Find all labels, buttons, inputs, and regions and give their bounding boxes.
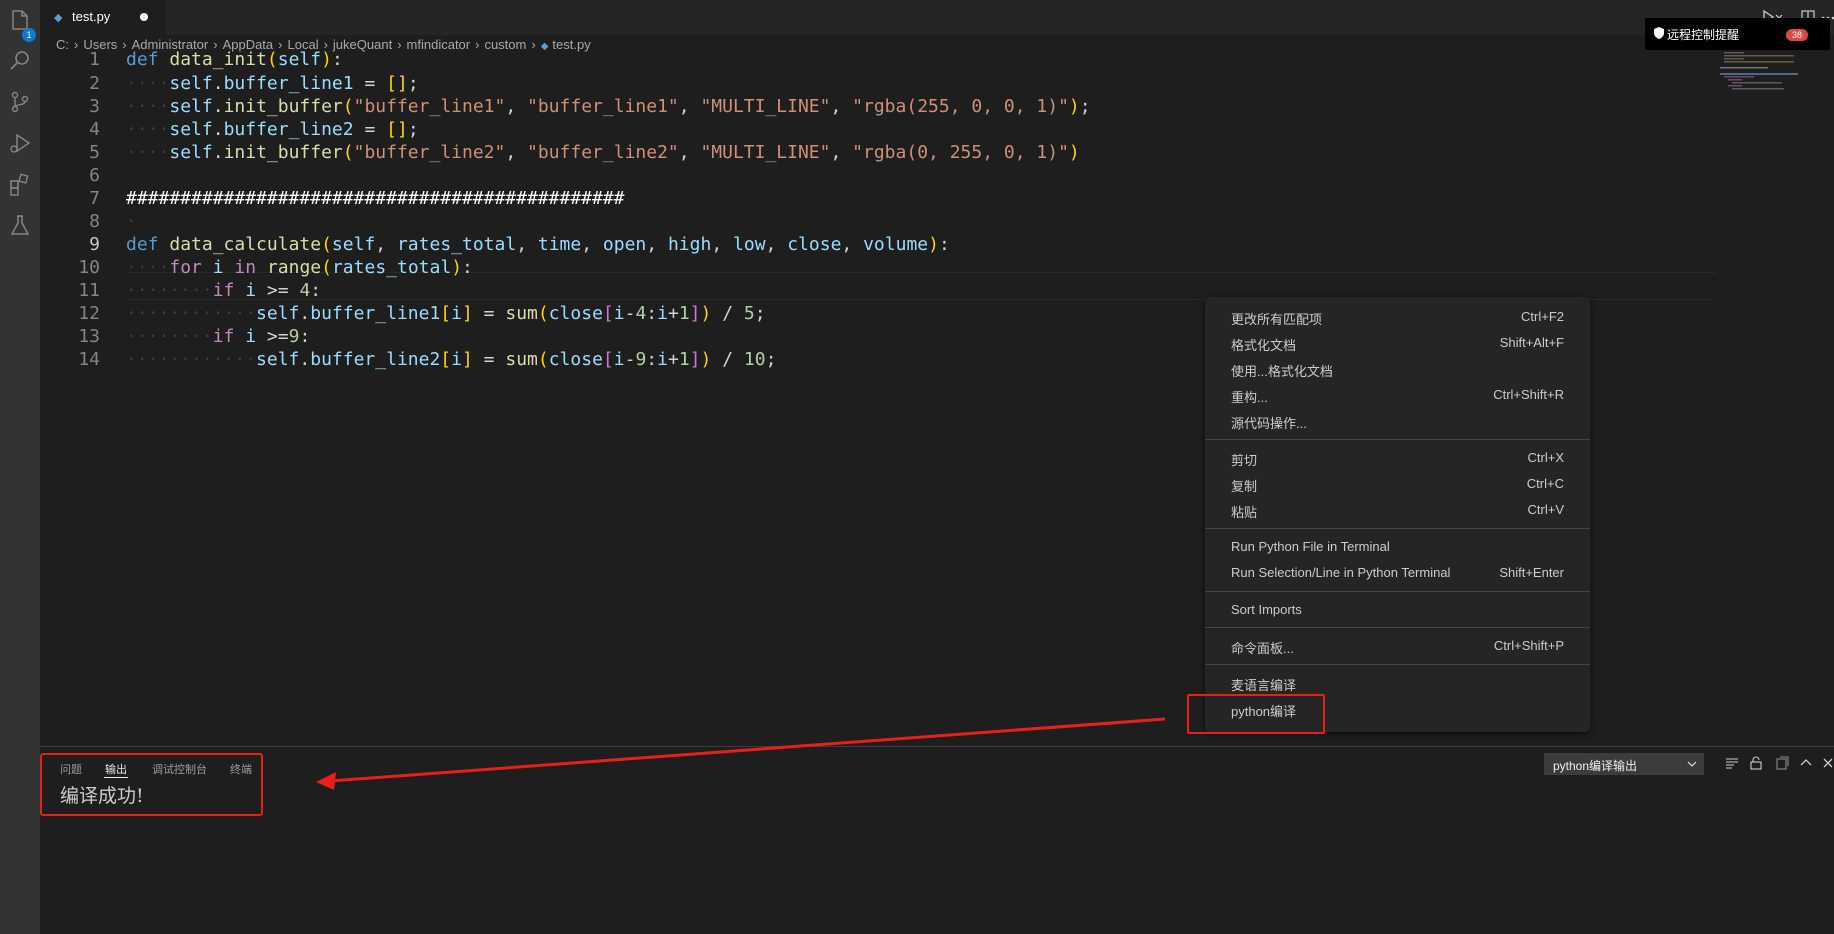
output-channel-select[interactable]: python编译输出: [1544, 753, 1704, 775]
menu-item-label: 命令面板...: [1231, 641, 1294, 656]
tab-filename: test.py: [72, 9, 111, 24]
unsaved-dot-icon[interactable]: [140, 13, 148, 21]
menu-item-label: 重构...: [1231, 390, 1268, 405]
lock-scroll-icon[interactable]: [1748, 755, 1764, 771]
menu-separator: [1205, 591, 1590, 592]
search-icon[interactable]: [6, 47, 34, 75]
activity-bar: 1: [0, 0, 40, 934]
menu-separator: [1205, 528, 1590, 529]
python-file-icon: ◆: [54, 12, 63, 24]
menu-item-command-palette[interactable]: 命令面板... Ctrl+Shift+P: [1205, 634, 1590, 658]
explorer-badge: 1: [22, 28, 36, 42]
editor-context-menu: 更改所有匹配项 Ctrl+F2 格式化文档 Shift+Alt+F 使用...格式化…: [1205, 297, 1590, 732]
close-panel-icon[interactable]: [1820, 755, 1834, 771]
menu-item-copy[interactable]: 复制 Ctrl+C: [1205, 472, 1590, 496]
chevron-up-icon[interactable]: [1798, 755, 1814, 771]
shield-icon: [1654, 27, 1664, 39]
menu-item-shortcut: Shift+Alt+F: [1499, 335, 1564, 350]
tab-output[interactable]: 输出: [105, 761, 127, 777]
menu-separator: [1205, 439, 1590, 440]
menu-item-shortcut: Ctrl+V: [1527, 502, 1564, 517]
testing-flask-icon[interactable]: [6, 211, 34, 239]
bottom-panel: 问题 输出 调试控制台 终端 编译成功! python编译输出: [40, 746, 1834, 934]
tab-terminal[interactable]: 终端: [230, 761, 252, 777]
menu-item-change-all-occurrences[interactable]: 更改所有匹配项 Ctrl+F2: [1205, 305, 1590, 329]
menu-item-label: Run Python File in Terminal: [1231, 539, 1390, 554]
menu-item-format-document[interactable]: 格式化文档 Shift+Alt+F: [1205, 331, 1590, 355]
menu-separator: [1205, 627, 1590, 628]
menu-item-shortcut: Ctrl+F2: [1521, 309, 1564, 324]
source-control-icon[interactable]: [6, 88, 34, 116]
python-compile-highlight-box: [1187, 694, 1325, 734]
menu-item-paste[interactable]: 粘贴 Ctrl+V: [1205, 498, 1590, 522]
menu-item-label: 麦语言编译: [1231, 678, 1297, 693]
menu-item-source-action[interactable]: 源代码操作...: [1205, 409, 1590, 433]
menu-item-shortcut: Shift+Enter: [1499, 565, 1564, 580]
menu-item-refactor[interactable]: 重构... Ctrl+Shift+R: [1205, 383, 1590, 407]
menu-item-label: 复制: [1231, 479, 1258, 494]
minimap[interactable]: [1716, 46, 1816, 106]
output-channel-value: python编译输出: [1553, 759, 1638, 773]
tab-debug-console[interactable]: 调试控制台: [152, 761, 207, 777]
menu-separator: [1205, 664, 1590, 665]
tab-test-py[interactable]: ◆ test.py: [40, 0, 165, 35]
menu-item-label: 格式化文档: [1231, 338, 1297, 353]
open-log-icon[interactable]: [1774, 755, 1790, 771]
menu-item-format-document-with[interactable]: 使用...格式化文档: [1205, 357, 1590, 381]
menu-item-shortcut: Ctrl+C: [1526, 476, 1564, 491]
remote-control-notification[interactable]: 远程控制提醒 38: [1645, 18, 1830, 50]
run-debug-icon[interactable]: [6, 129, 34, 157]
menu-item-label: Sort Imports: [1231, 602, 1302, 617]
menu-item-sort-imports[interactable]: Sort Imports: [1205, 598, 1590, 622]
menu-item-label: 更改所有匹配项: [1231, 312, 1323, 327]
menu-item-shortcut: Ctrl+Shift+P: [1493, 638, 1564, 653]
output-message: 编译成功!: [60, 785, 144, 807]
line-number: 14: [78, 349, 100, 370]
menu-item-label: 剪切: [1231, 453, 1258, 468]
active-tab-underline: [104, 777, 128, 778]
chevron-down-icon: [1687, 761, 1697, 767]
menu-item-cut[interactable]: 剪切 Ctrl+X: [1205, 446, 1590, 470]
tab-problems[interactable]: 问题: [60, 761, 82, 777]
menu-item-shortcut: Ctrl+Shift+R: [1493, 387, 1564, 402]
menu-item-label: 使用...格式化文档: [1231, 364, 1333, 379]
menu-item-mai-compile[interactable]: 麦语言编译: [1205, 671, 1590, 695]
notification-title: 远程控制提醒: [1667, 28, 1740, 42]
menu-item-shortcut: Ctrl+X: [1527, 450, 1564, 465]
menu-item-label: 源代码操作...: [1231, 416, 1307, 431]
line-number: 1: [89, 49, 100, 70]
editor-tab-bar: ◆ test.py: [40, 0, 1834, 35]
menu-item-run-selection[interactable]: Run Selection/Line in Python Terminal Shi…: [1205, 561, 1590, 585]
explorer-icon[interactable]: 1: [6, 6, 36, 42]
extensions-icon[interactable]: [6, 170, 34, 198]
notification-count-badge: 38: [1786, 29, 1808, 41]
menu-item-run-python-file[interactable]: Run Python File in Terminal: [1205, 535, 1590, 559]
menu-item-label: 粘贴: [1231, 505, 1258, 520]
menu-item-label: Run Selection/Line in Python Terminal: [1231, 565, 1451, 580]
clear-output-icon[interactable]: [1724, 755, 1740, 771]
